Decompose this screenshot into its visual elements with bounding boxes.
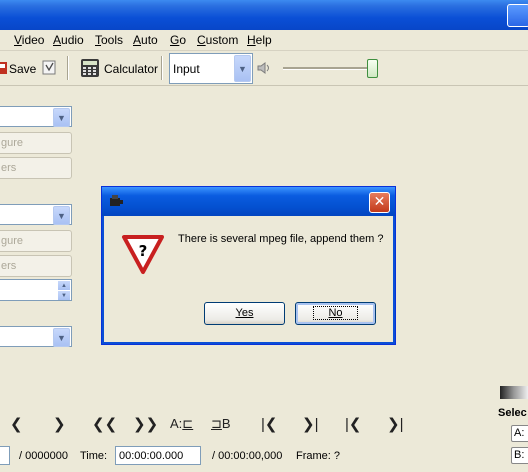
dialog-titlebar: ✕ bbox=[102, 187, 395, 216]
menu-tools[interactable]: Tools bbox=[95, 33, 123, 47]
chevron-down-icon[interactable]: ▼ bbox=[53, 206, 70, 225]
next-keyframe-icon[interactable]: ❯| bbox=[302, 415, 318, 433]
goto-start-icon[interactable]: |❮ bbox=[345, 415, 361, 433]
audio-codec-select[interactable]: ▼ bbox=[0, 204, 72, 225]
chevron-down-icon[interactable]: ▼ bbox=[234, 55, 251, 82]
app-icon bbox=[110, 195, 123, 206]
menu-custom[interactable]: Custom bbox=[197, 33, 238, 47]
no-label: No bbox=[313, 306, 358, 320]
input-select[interactable]: Input ▼ bbox=[169, 53, 253, 84]
video-configure-button[interactable]: gure bbox=[0, 132, 72, 154]
frame-input[interactable] bbox=[0, 446, 10, 465]
app-titlebar bbox=[0, 0, 528, 30]
audio-configure-button[interactable]: gure bbox=[0, 230, 72, 252]
marker-b-label: B bbox=[221, 416, 231, 431]
set-marker-b-button[interactable]: ⊐B bbox=[211, 416, 231, 432]
marker-a-label: A: bbox=[170, 416, 183, 431]
set-marker-a-button[interactable]: A:⊏ bbox=[170, 416, 193, 432]
calculator-button[interactable]: Calculator bbox=[104, 62, 158, 76]
goto-end-icon[interactable]: ❯| bbox=[387, 415, 403, 433]
marker-a-field[interactable]: A: bbox=[511, 425, 528, 442]
spin-up-icon[interactable]: ▲ bbox=[58, 281, 70, 290]
toolbar-separator bbox=[67, 56, 69, 80]
time-input[interactable]: 00:00:00.000 bbox=[115, 446, 201, 465]
maximize-button[interactable] bbox=[507, 4, 528, 27]
frame-total: / 0000000 bbox=[19, 450, 68, 462]
volume-slider-thumb[interactable] bbox=[367, 59, 378, 78]
menu-auto[interactable]: Auto bbox=[133, 33, 158, 47]
time-label: Time: bbox=[80, 450, 108, 462]
frame-type-label: Frame: ? bbox=[296, 450, 341, 462]
dialog-message: There is several mpeg file, append them … bbox=[178, 233, 384, 245]
rewind-icon[interactable]: ❮❮ bbox=[92, 415, 117, 433]
video-codec-select[interactable]: ▼ bbox=[0, 106, 72, 127]
volume-slider-track[interactable] bbox=[283, 67, 371, 70]
fast-forward-icon[interactable]: ❯❯ bbox=[133, 415, 158, 433]
video-filters-button[interactable]: ers bbox=[0, 157, 72, 179]
audio-filters-button[interactable]: ers bbox=[0, 255, 72, 277]
marker-b-field[interactable]: B: bbox=[511, 447, 528, 464]
close-button[interactable]: ✕ bbox=[369, 192, 390, 213]
calculator-icon bbox=[81, 59, 99, 77]
menu-bar: Video Audio Tools Auto Go Custom Help bbox=[0, 30, 528, 51]
previous-keyframe-icon[interactable]: |❮ bbox=[261, 415, 277, 433]
yes-button[interactable]: Yes bbox=[204, 302, 285, 325]
time-total: / 00:00:00,000 bbox=[212, 450, 283, 462]
yes-label: Yes bbox=[235, 307, 254, 319]
menu-audio[interactable]: Audio bbox=[53, 33, 84, 47]
menu-video[interactable]: Video bbox=[14, 33, 44, 47]
format-select[interactable]: ▼ bbox=[0, 326, 72, 347]
no-button[interactable]: No bbox=[295, 302, 376, 325]
warning-icon: ? bbox=[122, 235, 164, 274]
shift-spinbox[interactable]: ▲ ▼ bbox=[0, 279, 72, 301]
previous-frame-icon[interactable]: ❮ bbox=[10, 415, 23, 433]
save-button[interactable]: Save bbox=[9, 62, 36, 76]
chevron-down-icon[interactable]: ▼ bbox=[53, 108, 70, 127]
zoom-slider[interactable] bbox=[500, 386, 528, 399]
menu-go[interactable]: Go bbox=[170, 33, 186, 47]
chevron-down-icon[interactable]: ▼ bbox=[53, 328, 70, 347]
input-select-value: Input bbox=[173, 62, 200, 76]
selection-label: Selec bbox=[498, 407, 527, 419]
volume-icon bbox=[257, 62, 269, 74]
properties-icon[interactable] bbox=[42, 60, 57, 76]
menu-help[interactable]: Help bbox=[247, 33, 272, 47]
spin-down-icon[interactable]: ▼ bbox=[58, 291, 70, 300]
svg-text:?: ? bbox=[139, 242, 148, 260]
toolbar-separator bbox=[161, 56, 163, 80]
save-icon bbox=[0, 62, 7, 74]
next-frame-icon[interactable]: ❯ bbox=[53, 415, 66, 433]
toolbar: Save Calculator Input ▼ bbox=[0, 51, 528, 86]
